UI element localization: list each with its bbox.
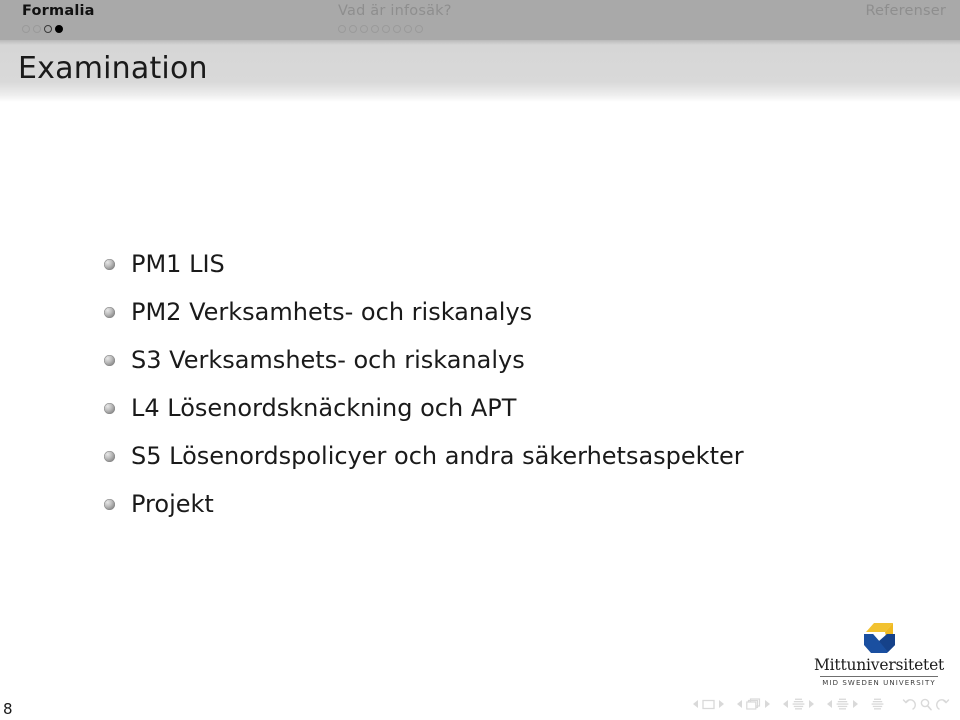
nav-dot[interactable] [404, 25, 412, 33]
list-item: PM1 LIS [104, 250, 904, 278]
nav-section-vad-ar-infosak[interactable]: Vad är infosäk? [320, 0, 640, 40]
list-item: S5 Lösenordspolicyer och andra säkerhets… [104, 442, 904, 470]
nav-group-utilities [902, 698, 950, 711]
nav-dot[interactable] [415, 25, 423, 33]
university-logo: Mittuniversitetet MID SWEDEN UNIVERSITY [814, 621, 944, 688]
list-item: L4 Lösenordsknäckning och APT [104, 394, 904, 422]
beamer-navigation-symbols [693, 694, 950, 714]
nav-group-subsection [783, 698, 814, 710]
nav-dot-current[interactable] [55, 25, 63, 33]
slide-content: PM1 LIS PM2 Verksamhets- och riskanalys … [0, 102, 960, 662]
bullet-icon [104, 499, 115, 510]
bullet-icon [104, 451, 115, 462]
prev-slides-icon[interactable] [737, 700, 742, 708]
logo-subtitle: MID SWEDEN UNIVERSITY [822, 679, 936, 687]
nav-section-dots-vad-ar-infosak [338, 22, 640, 36]
next-section-icon[interactable] [853, 700, 858, 708]
nav-group-section [827, 698, 858, 710]
next-subsection-icon[interactable] [809, 700, 814, 708]
list-item-label: PM1 LIS [131, 250, 225, 278]
list-item: S3 Verksamshets- och riskanalys [104, 346, 904, 374]
nav-section-label: Vad är infosäk? [338, 3, 452, 19]
nav-dot[interactable] [22, 25, 30, 33]
list-item-label: S5 Lösenordspolicyer och andra säkerhets… [131, 442, 744, 470]
nav-section-formalia[interactable]: Formalia [0, 0, 320, 40]
logo-divider [820, 676, 938, 677]
nav-dot[interactable] [44, 25, 52, 33]
search-icon[interactable] [919, 698, 933, 711]
list-item: PM2 Verksamhets- och riskanalys [104, 298, 904, 326]
frame-title-bar: Examination [0, 40, 960, 102]
list-item: Projekt [104, 490, 904, 518]
list-item-label: S3 Verksamshets- och riskanalys [131, 346, 525, 374]
prev-section-icon[interactable] [827, 700, 832, 708]
section-icon[interactable] [836, 698, 849, 710]
page-title: Examination [18, 50, 208, 86]
nav-section-dots-formalia [22, 22, 320, 36]
nav-dot[interactable] [33, 25, 41, 33]
list-item-label: PM2 Verksamhets- och riskanalys [131, 298, 533, 326]
nav-dot[interactable] [393, 25, 401, 33]
nav-section-dots-referenser [658, 22, 946, 36]
bullet-icon [104, 355, 115, 366]
list-item-label: Projekt [131, 490, 214, 518]
nav-section-label: Referenser [865, 3, 946, 19]
slides-icon[interactable] [746, 698, 761, 710]
nav-dot[interactable] [360, 25, 368, 33]
bullet-icon [104, 259, 115, 270]
next-frame-icon[interactable] [719, 700, 724, 708]
forward-icon[interactable] [936, 698, 950, 711]
prev-frame-icon[interactable] [693, 700, 698, 708]
next-slides-icon[interactable] [765, 700, 770, 708]
bullet-list: PM1 LIS PM2 Verksamhets- och riskanalys … [104, 250, 904, 538]
list-item-label: L4 Lösenordsknäckning och APT [131, 394, 517, 422]
nav-group-presentation [871, 698, 884, 710]
nav-dot[interactable] [371, 25, 379, 33]
nav-section-label: Formalia [22, 3, 95, 19]
document-icon[interactable] [871, 698, 884, 710]
nav-group-subsection-slides [737, 698, 770, 710]
nav-dot[interactable] [382, 25, 390, 33]
back-icon[interactable] [902, 698, 916, 711]
bullet-icon [104, 403, 115, 414]
nav-section-referenser[interactable]: Referenser [640, 0, 960, 40]
section-navigation-bar: Formalia Vad är infosäk? Referenser [0, 0, 960, 40]
frame-icon[interactable] [702, 699, 715, 710]
mittuniversitetet-mark-icon [864, 623, 895, 653]
logo-name: Mittuniversitetet [814, 656, 945, 674]
page-number: 8 [3, 700, 13, 718]
subsection-icon[interactable] [792, 698, 805, 710]
prev-subsection-icon[interactable] [783, 700, 788, 708]
nav-dot[interactable] [338, 25, 346, 33]
nav-group-frame [693, 699, 724, 710]
nav-dot[interactable] [349, 25, 357, 33]
bullet-icon [104, 307, 115, 318]
